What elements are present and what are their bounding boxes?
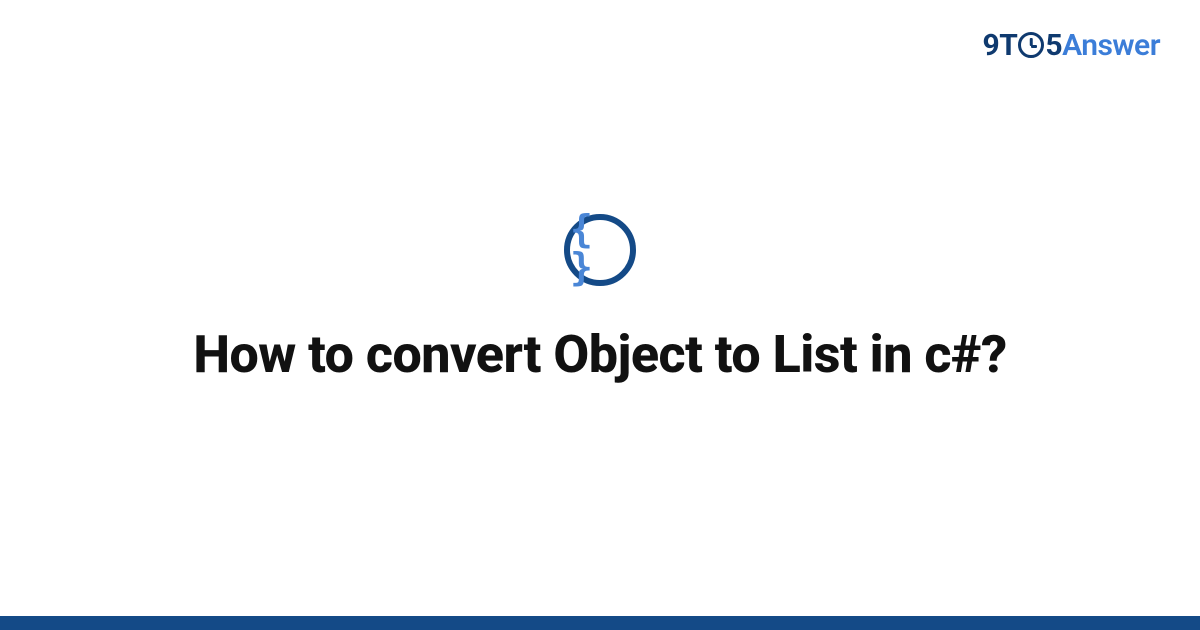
code-braces-icon: { } [570, 210, 630, 286]
category-badge: { } [564, 214, 636, 286]
footer-accent-bar [0, 616, 1200, 630]
content-area: { } How to convert Object to List in c#? [0, 0, 1200, 630]
question-title: How to convert Object to List in c#? [193, 322, 1006, 387]
